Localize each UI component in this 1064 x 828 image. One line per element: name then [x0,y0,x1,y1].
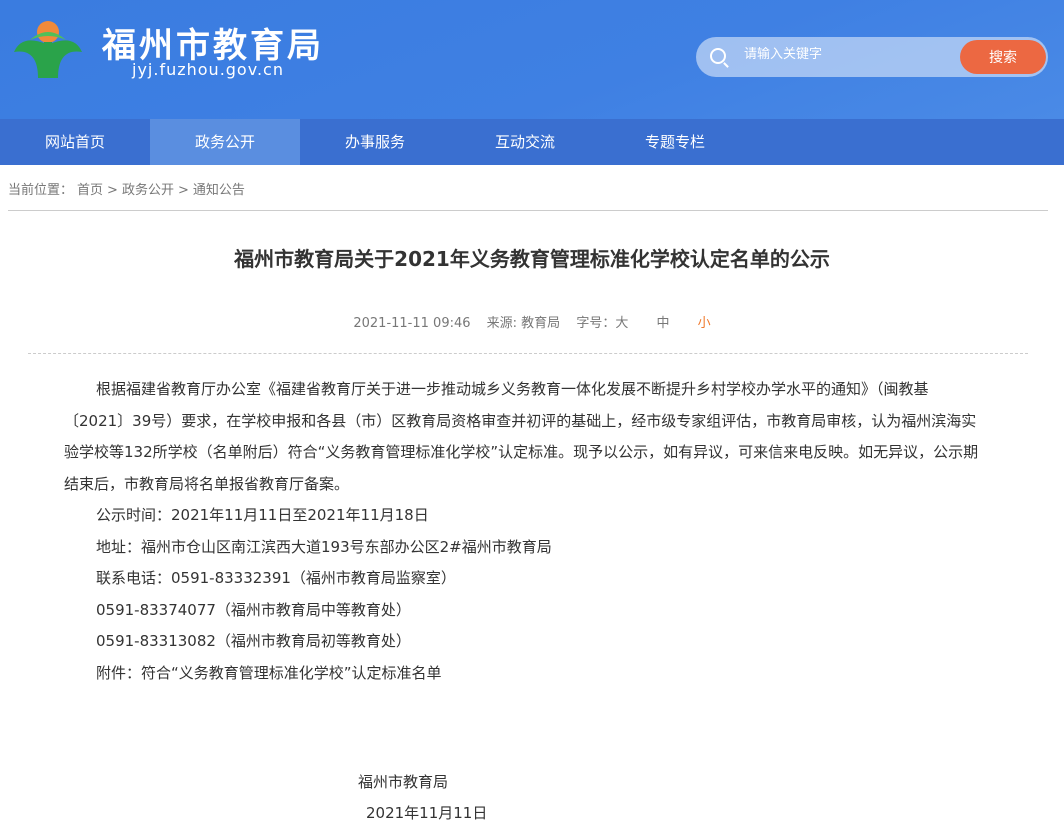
font-size-medium[interactable]: 中 [656,316,669,331]
search-icon [710,48,726,64]
font-size-large[interactable]: 字号：大 [576,316,628,331]
logo-icon [14,21,82,78]
nav-services[interactable]: 办事服务 [300,119,450,165]
breadcrumb-gov[interactable]: 政务公开 [122,183,174,198]
publish-date: 2021-11-11 09:46 [353,316,471,331]
search-input[interactable] [744,47,944,62]
breadcrumb-sep: > [177,183,189,198]
breadcrumb-sep: > [107,183,118,198]
breadcrumb-home[interactable]: 首页 [77,183,103,198]
nav-interaction[interactable]: 互动交流 [450,119,600,165]
signature-date: 2021年11月11日 [366,804,488,822]
main-nav: 网站首页 政务公开 办事服务 互动交流 专题专栏 [0,119,1064,165]
paragraph: 0591-83374077（福州市教育局中等教育处） [96,600,411,619]
breadcrumb-label: 当前位置： [8,183,74,198]
signature: 福州市教育局 [358,773,449,791]
divider [28,353,1028,354]
paragraph: 0591-83313082（福州市教育局初等教育处） [96,632,411,650]
paragraph: 地址：福州市仓山区南江滨西大道193号东部办公区2#福州市教育局 [96,537,552,556]
article-meta: 2021-11-11 09:46 来源: 教育局 字号：大 中 小 [0,312,1064,331]
site-url: jyj.fuzhou.gov.cn [132,60,284,79]
search-button[interactable]: 搜索 [960,40,1046,74]
paragraph: 根据福建省教育厅办公室《福建省教育厅关于进一步推动城乡义务教育一体化发展不断提升… [64,380,979,493]
nav-government-affairs[interactable]: 政务公开 [150,119,300,165]
header: 福州市教育局 jyj.fuzhou.gov.cn 搜索 [0,0,1064,119]
attachment-link[interactable]: 附件：符合“义务教育管理标准化学校”认定标准名单 [64,658,988,690]
article-title: 福州市教育局关于2021年义务教育管理标准化学校认定名单的公示 [234,247,830,271]
breadcrumb-notices[interactable]: 通知公告 [193,183,245,198]
article-body: 根据福建省教育厅办公室《福建省教育厅关于进一步推动城乡义务教育一体化发展不断提升… [64,374,988,689]
font-size-small[interactable]: 小 [698,316,711,331]
paragraph: 联系电话：0591-83332391（福州市教育局监察室） [96,569,456,587]
breadcrumb: 当前位置： 首页 > 政务公开 > 通知公告 [8,165,1048,211]
search-bar: 搜索 [696,37,1048,77]
nav-topics[interactable]: 专题专栏 [600,119,750,165]
article-source: 来源: 教育局 [486,316,561,331]
paragraph: 公示时间：2021年11月11日至2021年11月18日 [96,506,429,524]
nav-home[interactable]: 网站首页 [0,119,150,165]
